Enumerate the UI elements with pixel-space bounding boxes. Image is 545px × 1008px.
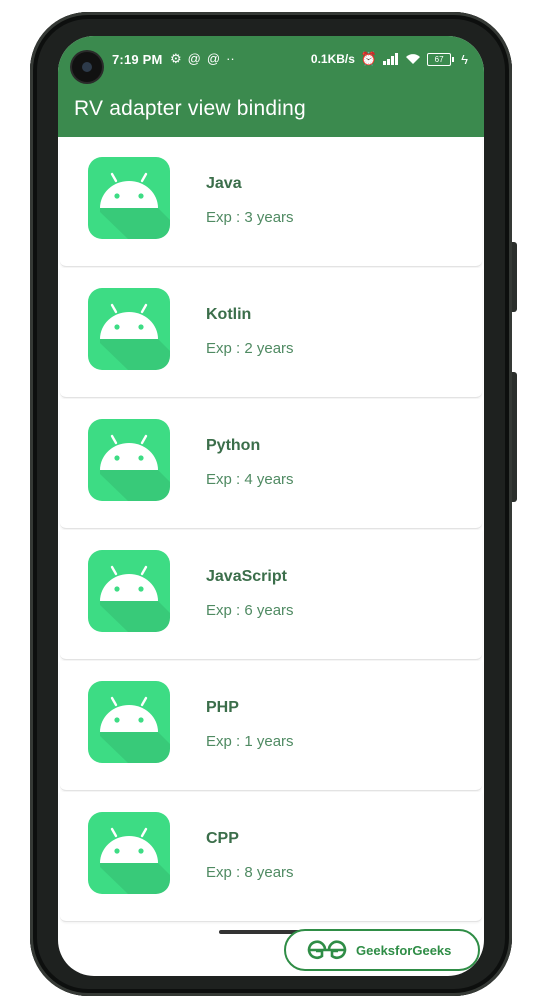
charging-icon: ϟ [461,51,468,67]
status-bar: 7:19 PM ⚙ @ @ ·· 0.1KB/s ⏰ 67 ϟ [58,36,484,86]
android-icon [88,288,170,370]
more-icon: ·· [226,51,235,66]
app-title: RV adapter view binding [74,97,306,120]
network-speed: 0.1KB/s [310,52,355,66]
list-item[interactable]: Kotlin Exp : 2 years [60,268,482,398]
language-name: CPP [206,830,239,847]
at-icon: @ [187,51,201,66]
experience-text: Exp : 6 years [206,602,294,619]
language-name: Python [206,437,261,454]
app-bar: RV adapter view binding [58,86,484,137]
language-name: JavaScript [206,568,287,585]
language-name: PHP [206,699,239,716]
battery-icon: 67 [427,52,455,66]
signal-icon [383,53,399,65]
experience-text: Exp : 1 years [206,733,294,750]
experience-text: Exp : 8 years [206,864,294,881]
power-button [512,372,517,502]
volume-button [512,242,517,312]
experience-text: Exp : 3 years [206,209,294,226]
android-icon [88,157,170,239]
list-item[interactable]: Python Exp : 4 years [60,399,482,529]
watermark-text: GeeksforGeeks [356,942,452,958]
list-item[interactable]: CPP Exp : 8 years [60,792,482,922]
language-name: Java [206,175,242,192]
alarm-icon: ⏰ [360,51,378,66]
android-icon [88,812,170,894]
gear-icon: ⚙ [170,51,182,66]
status-time: 7:19 PM [112,52,163,67]
language-name: Kotlin [206,306,252,323]
android-icon [88,681,170,763]
at-icon: @ [206,51,221,66]
phone-frame: 7:19 PM ⚙ @ @ ·· 0.1KB/s ⏰ 67 ϟ RV adapt… [30,12,517,996]
system-icons: 0.1KB/s ⏰ 67 ϟ [311,51,468,67]
front-camera [72,52,102,82]
android-icon [88,419,170,501]
experience-text: Exp : 4 years [206,471,294,488]
gfg-logo-icon [307,940,347,960]
list-item[interactable]: JavaScript Exp : 6 years [60,530,482,660]
wifi-icon [406,54,421,64]
experience-text: Exp : 2 years [206,340,294,357]
list-item[interactable]: PHP Exp : 1 years [60,661,482,791]
list-item[interactable]: Java Exp : 3 years [60,137,482,267]
notification-icons: ⚙ @ @ ·· [170,51,235,67]
screen: 7:19 PM ⚙ @ @ ·· 0.1KB/s ⏰ 67 ϟ RV adapt… [58,36,484,976]
geeksforgeeks-watermark: GeeksforGeeks [284,929,480,971]
android-icon [88,550,170,632]
